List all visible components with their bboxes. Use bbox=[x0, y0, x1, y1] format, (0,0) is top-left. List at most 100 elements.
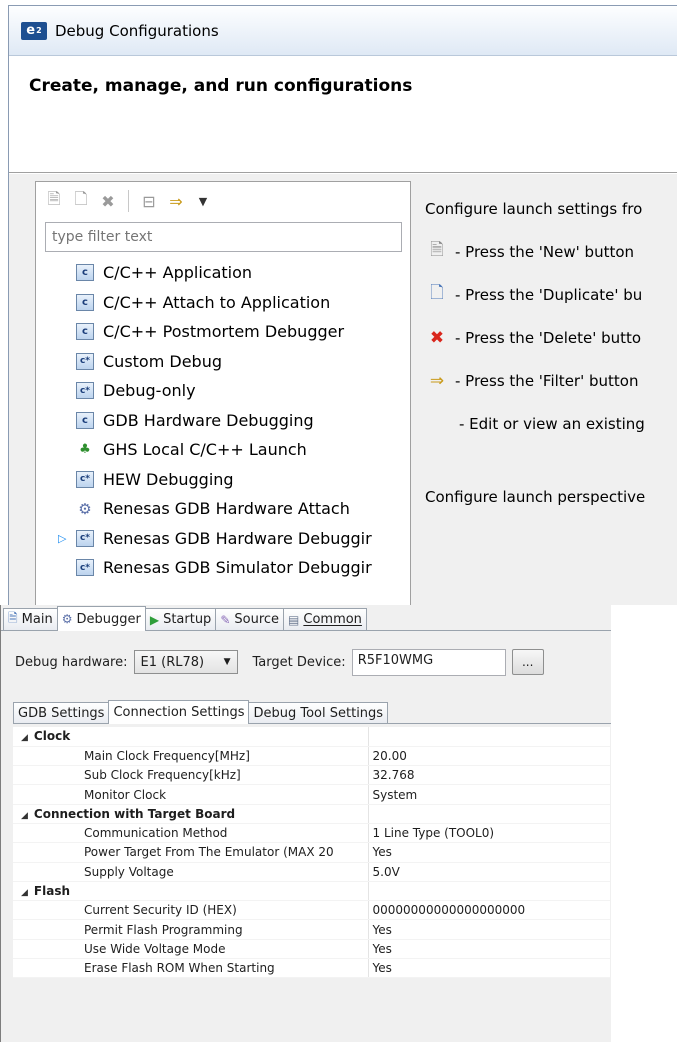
tab-source[interactable]: ✎ Source bbox=[215, 608, 285, 630]
config-type-item[interactable]: c* Debug-only bbox=[36, 376, 410, 406]
config-type-item[interactable]: ♣ GHS Local C/C++ Launch bbox=[36, 435, 410, 465]
c-star-config-icon: c* bbox=[76, 470, 94, 488]
tab-debug-tool-settings[interactable]: Debug Tool Settings bbox=[248, 702, 389, 723]
property-value[interactable]: System bbox=[368, 784, 610, 805]
property-value[interactable]: Yes bbox=[368, 919, 610, 940]
property-group-value bbox=[368, 881, 610, 902]
collapse-triangle-icon[interactable]: ◢ bbox=[21, 811, 28, 821]
c-config-icon: c bbox=[76, 323, 94, 341]
property-row[interactable]: Supply Voltage 5.0V bbox=[13, 862, 610, 882]
toolbar-separator bbox=[128, 190, 129, 212]
tab-gdb-settings[interactable]: GDB Settings bbox=[13, 702, 110, 723]
collapse-triangle-icon[interactable]: ◢ bbox=[21, 733, 28, 743]
tab-startup[interactable]: ▶ Startup bbox=[144, 608, 217, 630]
new-config-icon[interactable]: 🗎 bbox=[44, 189, 64, 211]
property-value[interactable]: Yes bbox=[368, 958, 610, 979]
debugger-gear-icon: ⚙ bbox=[61, 612, 73, 626]
debugger-subtabs: GDB Settings Connection Settings Debug T… bbox=[13, 700, 611, 724]
config-type-item[interactable]: ▷ c* Renesas GDB Hardware Debuggir bbox=[36, 524, 410, 554]
property-row[interactable]: Monitor Clock System bbox=[13, 784, 610, 805]
debug-hardware-select[interactable]: E1 (RL78) ▼ bbox=[133, 650, 238, 674]
tree-toolbar: 🗎 🗋 ✖ ⊟ ⇒ ▼ bbox=[36, 182, 410, 220]
hint-filter-text: - Press the 'Filter' button bbox=[455, 371, 639, 390]
property-group-row[interactable]: ◢ Flash bbox=[13, 881, 610, 902]
config-type-item[interactable]: ⚙ Renesas GDB Hardware Attach bbox=[36, 494, 410, 524]
debug-hardware-value: E1 (RL78) bbox=[140, 654, 205, 670]
property-value[interactable]: 32.768 bbox=[368, 765, 610, 786]
property-row[interactable]: Power Target From The Emulator (MAX 20 Ye… bbox=[13, 842, 610, 863]
source-lookup-icon: ✎ bbox=[220, 612, 231, 627]
debug-hardware-row: Debug hardware: E1 (RL78) ▼ Target Devic… bbox=[15, 648, 611, 676]
property-group-value bbox=[368, 804, 610, 824]
property-key: Communication Method bbox=[13, 823, 369, 844]
target-device-label: Target Device: bbox=[252, 654, 346, 670]
dialog-header-title: Create, manage, and run configurations bbox=[29, 76, 413, 96]
property-group-row[interactable]: ◢ Clock bbox=[13, 727, 610, 747]
tab-connection-settings[interactable]: Connection Settings bbox=[108, 700, 250, 724]
tab-debugger[interactable]: ⚙ Debugger bbox=[56, 606, 146, 631]
dialog-header: Create, manage, and run configurations bbox=[9, 56, 677, 173]
chevron-down-icon: ▼ bbox=[223, 657, 231, 667]
filter-config-icon[interactable]: ⇒ bbox=[166, 191, 186, 211]
property-row[interactable]: Main Clock Frequency[MHz] 20.00 bbox=[13, 746, 610, 767]
property-value[interactable]: 00000000000000000000 bbox=[368, 900, 610, 921]
config-type-item[interactable]: c C/C++ Application bbox=[36, 258, 410, 288]
config-type-item[interactable]: c* Renesas GDB Simulator Debuggir bbox=[36, 553, 410, 583]
tab-source-label: Source bbox=[234, 612, 280, 627]
property-row[interactable]: Use Wide Voltage Mode Yes bbox=[13, 939, 610, 960]
target-device-input[interactable]: R5F10WMG bbox=[351, 648, 506, 676]
property-key: Monitor Clock bbox=[13, 784, 369, 805]
config-type-label: Custom Debug bbox=[103, 351, 222, 371]
launch-configuration-editor: 🗎 Main ⚙ Debugger ▶ Startup ✎ Source ▤ C… bbox=[0, 605, 611, 1042]
collapse-all-icon[interactable]: ⊟ bbox=[139, 191, 159, 211]
config-type-item[interactable]: c* Custom Debug bbox=[36, 347, 410, 377]
config-type-label: Renesas GDB Simulator Debuggir bbox=[103, 558, 372, 578]
duplicate-config-icon[interactable]: 🗋 bbox=[71, 189, 91, 211]
expand-arrow-icon[interactable]: ▷ bbox=[58, 532, 76, 545]
property-key: Use Wide Voltage Mode bbox=[13, 939, 369, 960]
hint-duplicate: 🗋 - Press the 'Duplicate' bu bbox=[425, 273, 677, 316]
configuration-tabs: 🗎 Main ⚙ Debugger ▶ Startup ✎ Source ▤ C… bbox=[1, 605, 611, 631]
property-row[interactable]: Communication Method 1 Line Type (TOOL0) bbox=[13, 823, 610, 844]
browse-device-button[interactable]: ... bbox=[511, 649, 544, 675]
property-group-name: Clock bbox=[33, 729, 71, 744]
dialog-body: 🗎 🗋 ✖ ⊟ ⇒ ▼ c C/C++ Application c C/C++ Att… bbox=[9, 174, 677, 605]
property-value[interactable]: 20.00 bbox=[368, 746, 610, 767]
property-row[interactable]: Erase Flash ROM When Starting Yes bbox=[13, 958, 610, 979]
common-table-icon: ▤ bbox=[288, 612, 300, 627]
chevron-down-icon[interactable]: ▼ bbox=[193, 191, 213, 211]
delete-config-icon[interactable]: ✖ bbox=[98, 191, 118, 211]
config-type-label: C/C++ Application bbox=[103, 263, 253, 283]
property-value[interactable]: 5.0V bbox=[368, 862, 610, 882]
gear-icon: ⚙ bbox=[78, 499, 92, 518]
collapse-triangle-icon[interactable]: ◢ bbox=[21, 888, 28, 898]
c-star-config-icon: c* bbox=[76, 559, 94, 577]
property-group-row[interactable]: ◢ Connection with Target Board bbox=[13, 804, 610, 824]
config-type-label: GHS Local C/C++ Launch bbox=[103, 440, 307, 460]
document-icon: 🗎 bbox=[8, 611, 18, 625]
filter-input[interactable] bbox=[45, 222, 402, 252]
config-type-label: Renesas GDB Hardware Attach bbox=[103, 499, 350, 519]
property-group-value bbox=[368, 727, 610, 747]
hint-delete-text: - Press the 'Delete' butto bbox=[455, 328, 642, 347]
config-type-item[interactable]: c C/C++ Postmortem Debugger bbox=[36, 317, 410, 347]
property-value[interactable]: Yes bbox=[368, 842, 610, 863]
tab-common[interactable]: ▤ Common bbox=[283, 608, 367, 630]
config-type-label: Debug-only bbox=[103, 381, 196, 401]
property-value[interactable]: 1 Line Type (TOOL0) bbox=[368, 823, 610, 844]
tab-main[interactable]: 🗎 Main bbox=[3, 608, 58, 630]
property-value[interactable]: Yes bbox=[368, 939, 610, 960]
c-config-icon: c bbox=[76, 411, 94, 429]
config-type-item[interactable]: c* HEW Debugging bbox=[36, 465, 410, 495]
configuration-type-list: c C/C++ Application c C/C++ Attach to Appli… bbox=[36, 258, 410, 583]
config-type-item[interactable]: c C/C++ Attach to Application bbox=[36, 288, 410, 318]
config-type-label: Renesas GDB Hardware Debuggir bbox=[103, 528, 372, 548]
property-row[interactable]: Sub Clock Frequency[kHz] 32.768 bbox=[13, 765, 610, 786]
property-row[interactable]: Permit Flash Programming Yes bbox=[13, 919, 610, 940]
config-type-item[interactable]: c GDB Hardware Debugging bbox=[36, 406, 410, 436]
hint-new: 🗎 - Press the 'New' button bbox=[425, 230, 677, 273]
property-row[interactable]: Current Security ID (HEX) 000000000000000… bbox=[13, 900, 610, 921]
tab-main-label: Main bbox=[21, 612, 53, 627]
property-key: Current Security ID (HEX) bbox=[13, 900, 369, 921]
tab-common-label: Common bbox=[303, 612, 362, 627]
